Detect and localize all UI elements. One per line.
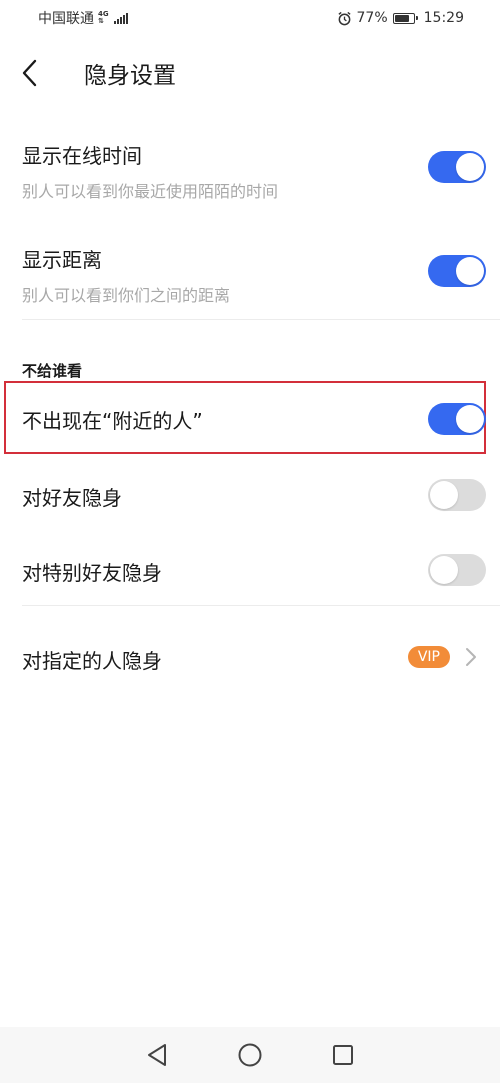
carrier-name: 中国联通 <box>38 11 94 27</box>
page-title: 隐身设置 <box>84 63 176 89</box>
system-nav-bar <box>0 1027 500 1083</box>
divider <box>22 605 500 606</box>
toggle-knob <box>456 257 484 285</box>
toggle-knob <box>456 405 484 433</box>
setting-row-nearby: 不出现在“附近的人” <box>0 383 500 453</box>
title-bar: 隐身设置 <box>0 50 500 96</box>
toggle-knob <box>456 153 484 181</box>
setting-description: 别人可以看到你们之间的距离 <box>22 286 231 305</box>
triangle-back-icon <box>147 1044 166 1066</box>
chevron-left-icon <box>22 59 37 87</box>
toggle-knob <box>430 556 458 584</box>
setting-label: 对特别好友隐身 <box>22 561 162 585</box>
setting-label: 不出现在“附近的人” <box>22 409 203 433</box>
divider <box>22 319 500 320</box>
setting-description: 别人可以看到你最近使用陌陌的时间 <box>22 182 279 201</box>
circle-home-icon <box>238 1043 262 1067</box>
setting-label: 显示在线时间 <box>22 144 142 168</box>
toggle-nearby[interactable] <box>428 403 486 435</box>
back-button[interactable] <box>20 50 60 96</box>
network-arrows: ⇅ <box>98 17 104 25</box>
section-title-hide-from: 不给谁看 <box>22 362 83 380</box>
vip-badge: VIP <box>407 646 450 668</box>
chevron-right-icon <box>466 648 476 666</box>
setting-label: 对指定的人隐身 <box>22 649 162 673</box>
status-bar: 中国联通 4G ⇅ 77% 15:29 <box>0 0 500 36</box>
nav-recent-button[interactable] <box>328 1040 358 1070</box>
network-type: 4G ⇅ <box>98 11 109 25</box>
toggle-knob <box>430 481 458 509</box>
battery-icon <box>392 12 418 24</box>
setting-row-distance: 显示距离 别人可以看到你们之间的距离 <box>0 234 500 314</box>
setting-row-special-friends: 对特别好友隐身 <box>0 536 500 606</box>
nav-home-button[interactable] <box>235 1040 265 1070</box>
setting-label: 显示距离 <box>22 248 102 272</box>
battery-percent: 77% <box>356 10 388 26</box>
toggle-special-friends[interactable] <box>428 554 486 586</box>
setting-row-friends: 对好友隐身 <box>0 460 500 530</box>
alarm-icon <box>337 11 351 25</box>
status-right: 77% 15:29 <box>337 10 464 26</box>
toggle-online-time[interactable] <box>428 151 486 183</box>
setting-row-online-time: 显示在线时间 别人可以看到你最近使用陌陌的时间 <box>0 130 500 210</box>
status-left: 中国联通 4G ⇅ <box>38 8 128 28</box>
nav-back-button[interactable] <box>142 1040 172 1070</box>
clock: 15:29 <box>423 10 464 26</box>
square-recent-icon <box>333 1045 354 1065</box>
setting-label: 对好友隐身 <box>22 486 122 510</box>
toggle-friends[interactable] <box>428 479 486 511</box>
signal-icon <box>113 12 128 24</box>
toggle-distance[interactable] <box>428 255 486 287</box>
